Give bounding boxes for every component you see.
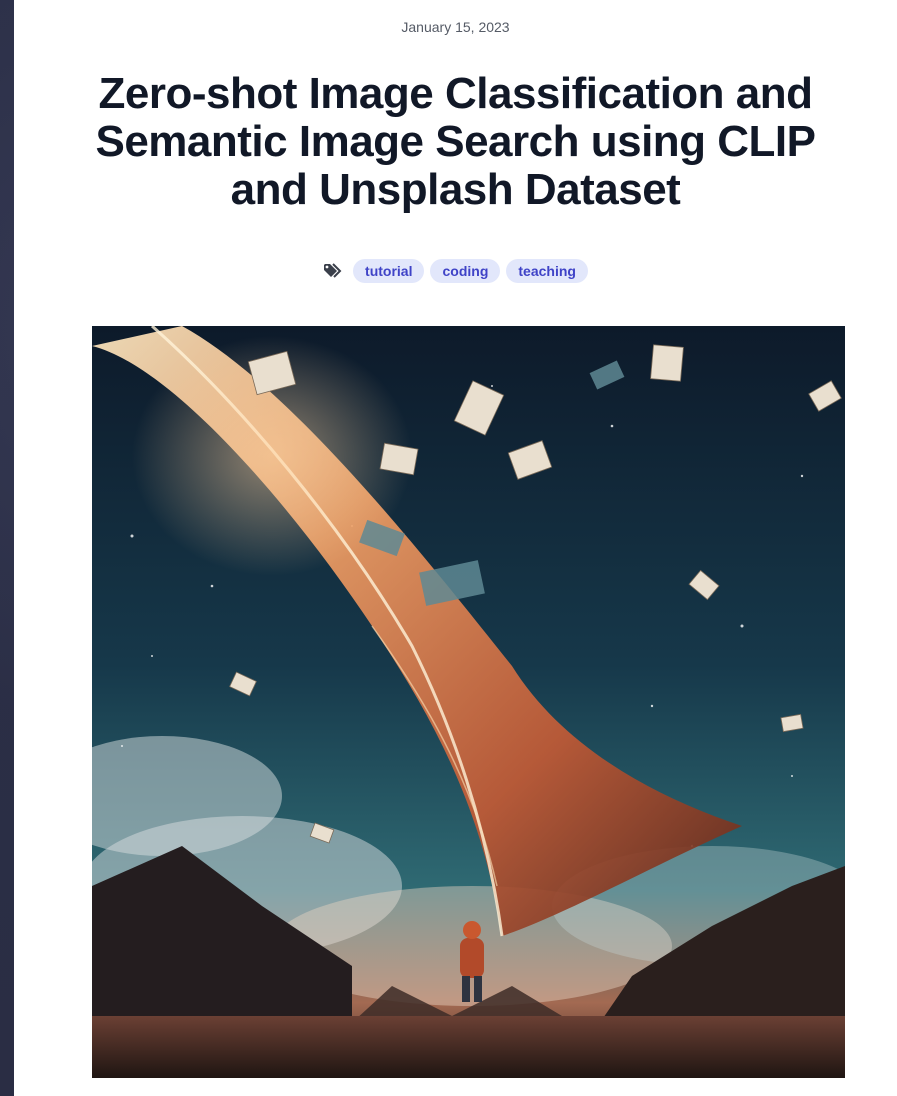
hero-image	[92, 326, 845, 1078]
post-title: Zero-shot Image Classification and Seman…	[95, 69, 816, 214]
tag-coding[interactable]: coding	[430, 259, 501, 283]
tags-icon	[323, 263, 343, 279]
tag-list: tutorial coding teaching	[14, 259, 897, 283]
post-date: January 15, 2023	[401, 19, 510, 35]
article-card: January 15, 2023 Zero-shot Image Classif…	[14, 0, 897, 1096]
tag-teaching[interactable]: teaching	[506, 259, 588, 283]
tag-tutorial[interactable]: tutorial	[353, 259, 425, 283]
